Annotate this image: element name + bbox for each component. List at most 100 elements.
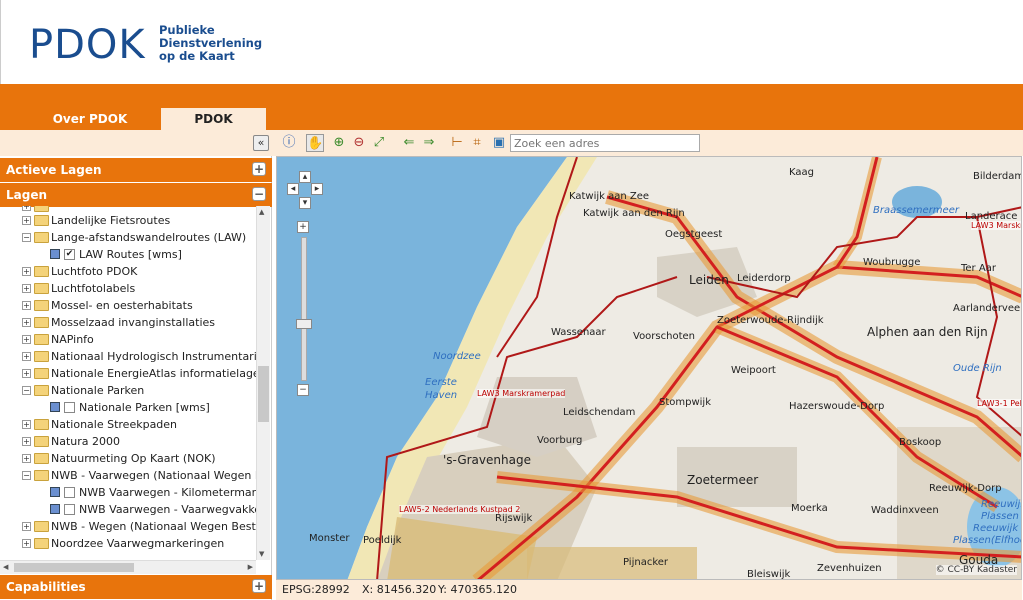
expand-icon[interactable]: +: [22, 454, 31, 463]
place-label: Stompwijk: [659, 397, 712, 408]
tree-label: Luchtfotolabels: [51, 282, 136, 295]
expand-icon[interactable]: +: [22, 206, 31, 211]
tab-pdok-viewer[interactable]: PDOK viewer: [161, 108, 266, 148]
pan-right-icon[interactable]: ▸: [311, 183, 323, 195]
collapse-icon[interactable]: −: [22, 386, 31, 395]
panel-actieve-lagen-title: Actieve Lagen: [6, 163, 102, 177]
tree-label: LAW Routes [wms]: [79, 248, 182, 261]
area-measure-icon[interactable]: ⌗: [468, 134, 486, 152]
place-label: Hazerswoude-Dorp: [789, 401, 885, 412]
expand-icon[interactable]: +: [252, 162, 266, 176]
expand-icon[interactable]: +: [22, 420, 31, 429]
map-canvas[interactable]: ◂ ▸ ▴ ▾ + − Kaag Bilderdam Katwijk aan Z…: [276, 156, 1022, 580]
route-label: LAW3-1 Pelgr: [977, 399, 1021, 408]
scroll-up-icon[interactable]: ▲: [259, 208, 264, 216]
projection-readout: EPSG:28992: [282, 583, 350, 596]
tree-label: Luchtfoto PDOK: [51, 265, 138, 278]
place-label: Ter Aar: [961, 263, 996, 274]
expand-icon[interactable]: +: [22, 352, 31, 361]
zoom-out-button[interactable]: −: [297, 384, 309, 396]
water-label: Reeuwijk: [973, 523, 1019, 534]
place-label: Monster: [309, 533, 350, 544]
map-basemap: [277, 157, 1021, 579]
scroll-left-icon[interactable]: ◀: [3, 563, 8, 571]
place-label: Leiderdorp: [737, 273, 791, 284]
place-label: Leiden: [689, 273, 729, 287]
scroll-down-icon[interactable]: ▼: [259, 550, 264, 558]
zoom-in-box-icon[interactable]: ⊕: [330, 134, 348, 152]
expand-icon[interactable]: +: [22, 335, 31, 344]
pan-hand-icon[interactable]: ✋: [306, 134, 324, 152]
expand-icon[interactable]: +: [22, 437, 31, 446]
tree-label: NWB - Wegen (Nationaal Wegen Bestand): [51, 520, 256, 533]
image-export-icon[interactable]: ▣: [490, 134, 508, 152]
next-extent-icon[interactable]: ⇒: [420, 134, 438, 152]
previous-extent-icon[interactable]: ⇐: [400, 134, 418, 152]
expand-icon[interactable]: +: [252, 579, 266, 593]
expand-icon[interactable]: +: [22, 301, 31, 310]
route-label: LAW3 Marskramerpad: [477, 389, 566, 398]
place-label: Aarlanderveen: [953, 303, 1022, 314]
expand-icon[interactable]: +: [22, 369, 31, 378]
place-label: Zevenhuizen: [817, 563, 882, 574]
folder-icon: [34, 300, 49, 311]
collapse-icon[interactable]: −: [252, 187, 266, 201]
water-label: Braassemermeer: [873, 205, 959, 216]
panel-actieve-lagen[interactable]: Actieve Lagen +: [0, 158, 272, 182]
tree-label: NWB - Vaarwegen (Nationaal Wegen Bestand…: [51, 469, 256, 482]
folder-open-icon: [34, 385, 49, 396]
sidebar: Actieve Lagen + Lagen − + + Landelijke F…: [0, 156, 272, 600]
layer-tree: + + Landelijke Fietsroutes − Lange-afsta…: [0, 206, 256, 560]
collapse-icon[interactable]: −: [22, 471, 31, 480]
water-label: Reeuwijk: [981, 499, 1022, 510]
place-label: Poeldijk: [363, 535, 402, 546]
zoom-slider-handle[interactable]: [296, 319, 312, 329]
zoom-out-box-icon[interactable]: ⊖: [350, 134, 368, 152]
place-label: Wassenaar: [551, 327, 606, 338]
tree-label: NAPinfo: [51, 333, 94, 346]
zoom-in-button[interactable]: +: [297, 221, 309, 233]
collapse-icon[interactable]: −: [22, 233, 31, 242]
folder-open-icon: [34, 470, 49, 481]
pan-up-icon[interactable]: ▴: [299, 171, 311, 183]
tree-vertical-scrollbar[interactable]: ▲ ▼: [256, 206, 270, 560]
tree-horizontal-scrollbar[interactable]: ◀ ▶: [0, 560, 256, 574]
panel-capabilities[interactable]: Capabilities +: [0, 575, 272, 599]
scroll-thumb[interactable]: [258, 366, 269, 422]
tab-over-pdok-viewer[interactable]: Over PDOK viewer: [20, 108, 160, 148]
folder-icon: [34, 215, 49, 226]
measure-icon[interactable]: ⊢: [448, 134, 466, 152]
expand-icon[interactable]: +: [22, 539, 31, 548]
collapse-sidebar-button[interactable]: «: [253, 135, 269, 151]
scroll-thumb[interactable]: [14, 563, 134, 572]
folder-icon: [34, 436, 49, 447]
layer-checkbox[interactable]: [64, 402, 75, 413]
scroll-right-icon[interactable]: ▶: [248, 563, 253, 571]
layer-checkbox[interactable]: [64, 487, 75, 498]
expand-icon[interactable]: +: [22, 216, 31, 225]
pdok-logo-subtitle: Publieke Dienstverlening op de Kaart: [159, 24, 279, 63]
logo-line-3: op de Kaart: [159, 49, 235, 63]
place-label: Reeuwijk-Dorp: [929, 483, 1002, 494]
tree-label: NWB Vaarwegen - Vaarwegvakken: [79, 503, 256, 516]
panel-lagen[interactable]: Lagen −: [0, 183, 272, 207]
folder-icon: [34, 453, 49, 464]
expand-icon[interactable]: +: [22, 522, 31, 531]
address-search-input[interactable]: [510, 134, 700, 152]
expand-icon[interactable]: +: [22, 284, 31, 293]
info-icon[interactable]: ⓘ: [280, 134, 298, 152]
layer-checkbox-checked[interactable]: ✔: [64, 249, 75, 260]
place-label: Boskoop: [899, 437, 942, 448]
zoom-slider-track[interactable]: [301, 237, 307, 381]
zoom-extent-icon[interactable]: ⤢: [370, 134, 388, 152]
tree-label: Noordzee Vaarwegmarkeringen: [51, 537, 225, 550]
expand-icon[interactable]: +: [22, 318, 31, 327]
layer-checkbox[interactable]: [64, 504, 75, 515]
expand-icon[interactable]: +: [22, 267, 31, 276]
pdok-logo: PDOK: [29, 22, 146, 68]
water-label: Noordzee: [433, 351, 481, 362]
place-label: Leidschendam: [563, 407, 636, 418]
pan-left-icon[interactable]: ◂: [287, 183, 299, 195]
pan-down-icon[interactable]: ▾: [299, 197, 311, 209]
place-label: Moerka: [791, 503, 828, 514]
